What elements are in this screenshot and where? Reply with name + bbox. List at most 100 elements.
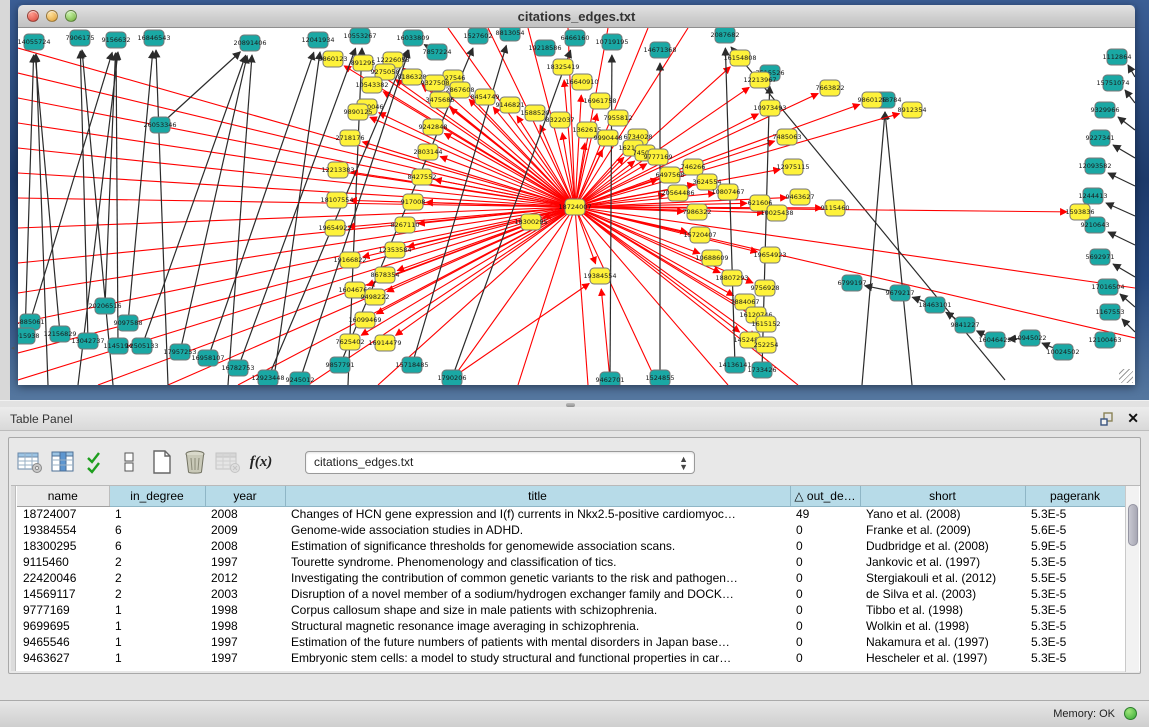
table-selector-dropdown[interactable]: citations_edges.txt ▲▼	[305, 451, 695, 474]
table-cell[interactable]: 5.3E-5	[1025, 650, 1125, 666]
graph-node[interactable]: 12100463	[1088, 332, 1121, 348]
table-cell[interactable]: Disruption of a novel member of a sodium…	[285, 586, 790, 602]
table-cell[interactable]: Estimation of the future numbers of pati…	[285, 634, 790, 650]
graph-node[interactable]: 14055724	[18, 34, 51, 50]
graph-node[interactable]: 15751074	[1096, 75, 1129, 91]
graph-node[interactable]: 12213383	[321, 162, 354, 178]
table-cell[interactable]: 6	[109, 538, 205, 554]
table-cell[interactable]: Franke et al. (2009)	[860, 522, 1025, 538]
network-window-titlebar[interactable]: citations_edges.txt	[18, 5, 1135, 28]
table-scrollbar[interactable]	[1125, 486, 1139, 672]
graph-node[interactable]: 18807293	[715, 270, 748, 286]
graph-node[interactable]: 9890125	[344, 104, 373, 120]
graph-node[interactable]: 20206516	[88, 298, 121, 314]
table-row[interactable]: 1872400712008Changes of HCN gene express…	[17, 506, 1125, 522]
graph-node[interactable]: 9462701	[596, 372, 625, 385]
graph-node[interactable]: 12353584	[378, 242, 411, 258]
table-cell[interactable]: 1997	[205, 634, 285, 650]
table-cell[interactable]: 0	[790, 538, 860, 554]
table-cell[interactable]: 2012	[205, 570, 285, 586]
graph-node[interactable]: 16914479	[368, 335, 401, 351]
table-cell[interactable]: 5.9E-5	[1025, 538, 1125, 554]
table-cell[interactable]: Genome-wide association studies in ADHD.	[285, 522, 790, 538]
graph-node[interactable]: 9498222	[361, 289, 390, 305]
column-header[interactable]: in_degree	[109, 486, 205, 506]
graph-node[interactable]: 9860125	[858, 92, 887, 108]
table-cell[interactable]: 5.3E-5	[1025, 506, 1125, 522]
table-cell[interactable]: 9465546	[17, 634, 109, 650]
graph-node[interactable]: 14671368	[643, 42, 676, 58]
graph-node[interactable]: 9097588	[114, 315, 143, 331]
graph-node[interactable]: 7857224	[423, 44, 452, 60]
graph-node[interactable]: 7625402	[336, 334, 365, 350]
table-cell[interactable]: 19384554	[17, 522, 109, 538]
table-cell[interactable]: Hescheler et al. (1997)	[860, 650, 1025, 666]
column-visibility-icon[interactable]	[48, 447, 78, 477]
graph-node[interactable]: 16154808	[723, 50, 756, 66]
table-cell[interactable]: 1	[109, 506, 205, 522]
column-header[interactable]: pagerank	[1025, 486, 1125, 506]
select-all-icon[interactable]	[81, 447, 111, 477]
graph-node[interactable]: 19384554	[583, 268, 616, 284]
table-row[interactable]: 1830029562008Estimation of significance …	[17, 538, 1125, 554]
graph-node[interactable]: 1244413	[1079, 188, 1108, 204]
horizontal-splitter[interactable]	[0, 400, 1149, 407]
graph-node[interactable]: 917008	[401, 194, 426, 210]
table-cell[interactable]: 1997	[205, 650, 285, 666]
column-header[interactable]: title	[285, 486, 790, 506]
graph-node[interactable]: 8267110	[391, 217, 420, 233]
table-cell[interactable]: 1998	[205, 618, 285, 634]
table-cell[interactable]: 9777169	[17, 602, 109, 618]
graph-node[interactable]: 9227341	[1086, 130, 1115, 146]
graph-node[interactable]: 9242848	[419, 119, 448, 135]
table-row[interactable]: 911546021997Tourette syndrome. Phenomeno…	[17, 554, 1125, 570]
graph-node[interactable]: 3475685	[426, 92, 455, 108]
table-cell[interactable]: 49	[790, 506, 860, 522]
graph-node[interactable]: 10973493	[753, 100, 786, 116]
graph-node[interactable]: 7663822	[816, 80, 845, 96]
table-cell[interactable]: Yano et al. (2008)	[860, 506, 1025, 522]
function-builder-icon[interactable]: f(x)	[246, 447, 276, 477]
table-cell[interactable]: 9463627	[17, 650, 109, 666]
table-cell[interactable]: 0	[790, 634, 860, 650]
table-cell[interactable]: 5.5E-5	[1025, 570, 1125, 586]
graph-node[interactable]: 19654922	[318, 220, 351, 236]
table-cell[interactable]: Investigating the contribution of common…	[285, 570, 790, 586]
graph-node[interactable]: 12975115	[776, 159, 809, 175]
zoom-window-button[interactable]	[65, 10, 77, 22]
graph-node[interactable]: 2718176	[336, 130, 365, 146]
table-row[interactable]: 2242004622012Investigating the contribut…	[17, 570, 1125, 586]
column-header[interactable]: △ out_de…	[790, 486, 860, 506]
table-cell[interactable]: 1998	[205, 602, 285, 618]
graph-node[interactable]: 1112864	[1103, 49, 1132, 65]
graph-node[interactable]: 16782753	[221, 360, 254, 376]
table-cell[interactable]: 2	[109, 586, 205, 602]
table-row[interactable]: 1456911722003Disruption of a novel membe…	[17, 586, 1125, 602]
graph-node[interactable]: 6497568	[656, 167, 685, 183]
graph-node[interactable]: 9777169	[644, 149, 673, 165]
graph-node[interactable]: 9841227	[951, 317, 980, 333]
table-cell[interactable]: 14569117	[17, 586, 109, 602]
graph-node[interactable]: 20891406	[233, 35, 266, 51]
table-cell[interactable]: 9699695	[17, 618, 109, 634]
table-settings-icon[interactable]	[15, 447, 45, 477]
table-scrollbar-thumb[interactable]	[1128, 504, 1138, 546]
graph-node[interactable]: 1733426	[748, 362, 777, 378]
table-cell[interactable]: 5.3E-5	[1025, 554, 1125, 570]
table-cell[interactable]: 1	[109, 618, 205, 634]
graph-node[interactable]: 16033809	[396, 30, 429, 46]
table-cell[interactable]: 2	[109, 554, 205, 570]
table-cell[interactable]: Corpus callosum shape and size in male p…	[285, 602, 790, 618]
table-cell[interactable]: 1	[109, 602, 205, 618]
graph-node[interactable]: 9463627	[786, 189, 815, 205]
table-cell[interactable]: 2008	[205, 538, 285, 554]
table-cell[interactable]: 0	[790, 602, 860, 618]
table-cell[interactable]: 1997	[205, 554, 285, 570]
graph-node[interactable]: 17016504	[1091, 279, 1124, 295]
graph-node[interactable]: 1524855	[646, 370, 675, 385]
table-row[interactable]: 977716911998Corpus callosum shape and si…	[17, 602, 1125, 618]
table-cell[interactable]: Tourette syndrome. Phenomenology and cla…	[285, 554, 790, 570]
graph-node[interactable]: 10945022	[1013, 330, 1046, 346]
table-cell[interactable]: 0	[790, 570, 860, 586]
window-resize-grip[interactable]	[1119, 369, 1133, 383]
